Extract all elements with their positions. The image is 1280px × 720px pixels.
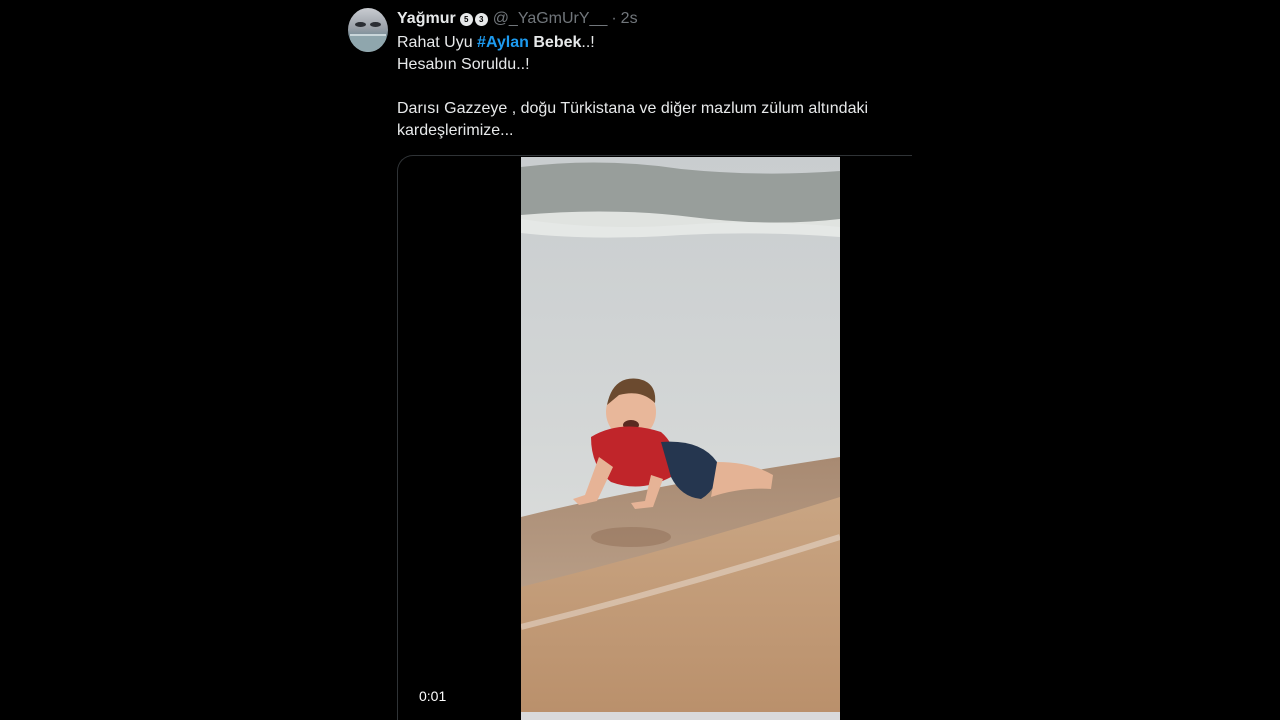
line1-suffix: ..! (581, 34, 595, 51)
line1-bold: Bebek (528, 34, 582, 51)
tweet-text: Rahat Uyu #Aylan Bebek..! Hesabın Soruld… (397, 32, 910, 142)
avatar-mask (350, 34, 386, 52)
tweet-content: Yağmur 5 3 @_YaGmUrY__ · 2s Rahat Uyu #A… (397, 6, 910, 142)
avatar-eye-left (355, 22, 366, 27)
tweet-line-3: Darısı Gazzeye , doğu Türkistana ve diğe… (397, 100, 869, 139)
video-frame[interactable] (521, 157, 840, 720)
avatar[interactable] (348, 8, 388, 52)
video-player[interactable]: 0:01 (397, 155, 912, 720)
hashtag-link[interactable]: #Aylan (477, 34, 529, 51)
tweet-time[interactable]: 2s (621, 10, 638, 28)
avatar-eye-right (370, 22, 381, 27)
tweet-line-1: Rahat Uyu #Aylan Bebek..! (397, 32, 910, 54)
badges: 5 3 (459, 12, 488, 26)
badge-icon: 5 (459, 12, 473, 26)
tweet[interactable]: Yağmur 5 3 @_YaGmUrY__ · 2s Rahat Uyu #A… (348, 6, 912, 720)
tweet-line-2: Hesabın Soruldu..! (397, 56, 530, 73)
author-name[interactable]: Yağmur (397, 10, 456, 28)
separator: · (611, 10, 617, 27)
author-handle[interactable]: @_YaGmUrY__ (493, 10, 608, 28)
badge-icon: 3 (474, 12, 488, 26)
video-timestamp: 0:01 (419, 688, 447, 704)
video-image (521, 157, 840, 720)
page: Yağmur 5 3 @_YaGmUrY__ · 2s Rahat Uyu #A… (0, 0, 1280, 720)
line1-prefix: Rahat Uyu (397, 34, 478, 51)
tweet-header: Yağmur 5 3 @_YaGmUrY__ · 2s (397, 6, 910, 32)
video-progress-bar[interactable] (521, 712, 840, 720)
